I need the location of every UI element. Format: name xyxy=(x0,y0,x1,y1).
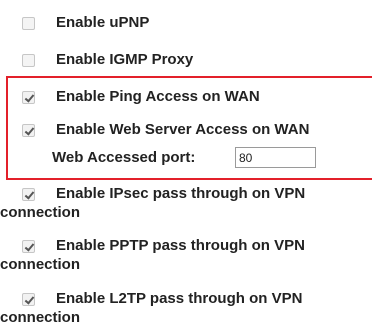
option-web-server-access-wan-label: Enable Web Server Access on WAN xyxy=(56,121,310,138)
option-pptp-passthrough-label: Enable PPTP pass through on VPN xyxy=(56,237,305,254)
checkbox-igmp-proxy[interactable] xyxy=(22,54,35,67)
checkbox-pptp-passthrough[interactable] xyxy=(22,240,35,253)
web-port-label: Web Accessed port: xyxy=(52,149,196,166)
checkbox-upnp[interactable] xyxy=(22,17,35,30)
web-port-input[interactable] xyxy=(235,147,316,168)
checkbox-web-server-access-wan[interactable] xyxy=(22,124,35,137)
option-igmp-proxy-label: Enable IGMP Proxy xyxy=(56,51,194,68)
checkbox-l2tp-passthrough[interactable] xyxy=(22,293,35,306)
option-ipsec-passthrough-label: Enable IPsec pass through on VPN xyxy=(56,185,306,202)
option-l2tp-passthrough-label: Enable L2TP pass through on VPN xyxy=(56,290,303,307)
option-upnp-label: Enable uPNP xyxy=(56,14,150,31)
option-ipsec-passthrough-label-cont: connection xyxy=(0,204,81,221)
option-ping-access-wan-label: Enable Ping Access on WAN xyxy=(56,88,260,105)
option-l2tp-passthrough-label-cont: connection xyxy=(0,309,81,326)
checkbox-ping-access-wan[interactable] xyxy=(22,91,35,104)
option-pptp-passthrough-label-cont: connection xyxy=(0,256,81,273)
checkbox-ipsec-passthrough[interactable] xyxy=(22,188,35,201)
